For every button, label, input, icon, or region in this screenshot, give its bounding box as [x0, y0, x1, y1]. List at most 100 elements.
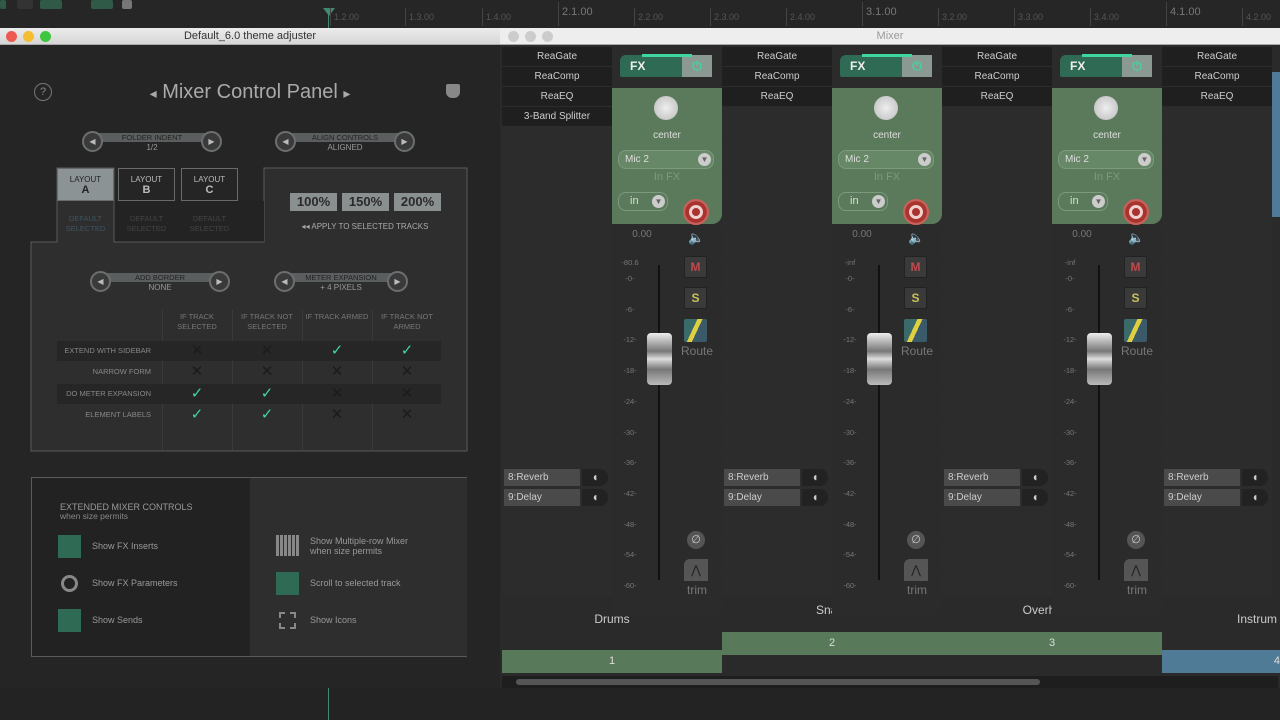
send-item[interactable]: 9:Delay	[504, 489, 580, 506]
in-fx-label[interactable]: In FX	[1052, 171, 1162, 183]
mute-button[interactable]: M	[904, 256, 927, 278]
send-item[interactable]: 9:Delay	[724, 489, 800, 506]
fx-insert[interactable]: ReaComp	[502, 67, 612, 86]
fx-insert[interactable]: ReaComp	[942, 67, 1052, 86]
toggle-cross-icon[interactable]: ✕	[397, 405, 417, 425]
track-number[interactable]: 4	[1162, 650, 1280, 673]
prev-arrow-button[interactable]: ◀	[82, 131, 103, 152]
layout-c-tab[interactable]: LAYOUT C	[181, 168, 238, 201]
phase-invert-button[interactable]: ∅	[1127, 531, 1145, 549]
route-icon[interactable]	[684, 319, 707, 342]
ruler-label[interactable]: 4.1.00	[1166, 2, 1201, 26]
fx-bypass-power-icon[interactable]: ⏻	[682, 55, 712, 77]
ruler-label[interactable]: 3.4.00	[1090, 8, 1119, 26]
scale-150-button[interactable]: 150%	[342, 193, 389, 211]
toggle-check-icon[interactable]: ✓	[187, 405, 207, 425]
minimize-button[interactable]	[525, 31, 536, 42]
trim-label[interactable]: trim	[674, 583, 720, 597]
speaker-icon[interactable]: 🔈	[688, 230, 704, 246]
fx-button[interactable]: FX ⏻	[620, 54, 712, 77]
ruler-label[interactable]: 3.3.00	[1014, 8, 1043, 26]
fx-insert[interactable]: ReaGate	[502, 47, 612, 66]
fx-insert[interactable]: ReaEQ	[942, 87, 1052, 106]
fx-insert[interactable]: ReaComp	[1162, 67, 1272, 86]
route-icon[interactable]	[1124, 319, 1147, 342]
fx-insert[interactable]: ReaGate	[722, 47, 832, 66]
ruler-label[interactable]: 3.2.00	[938, 8, 967, 26]
toggle-cross-icon[interactable]: ✕	[187, 341, 207, 361]
input-dropdown[interactable]: Mic 2 ▼	[838, 150, 934, 169]
prev-arrow-button[interactable]: ◀	[274, 271, 295, 292]
send-item[interactable]: 8:Reverb	[504, 469, 580, 486]
ruler-label[interactable]: 2.2.00	[634, 8, 663, 26]
track-name[interactable]: Drums	[502, 612, 722, 626]
toggle-check-icon[interactable]: ✓	[327, 341, 347, 361]
route-label[interactable]: Route	[1114, 344, 1160, 358]
toggle-cross-icon[interactable]: ✕	[397, 384, 417, 404]
send-item[interactable]: 8:Reverb	[724, 469, 800, 486]
next-arrow-button[interactable]: ▶	[201, 131, 222, 152]
phase-invert-button[interactable]: ∅	[687, 531, 705, 549]
send-item[interactable]: 8:Reverb	[944, 469, 1020, 486]
in-fx-label[interactable]: In FX	[612, 171, 722, 183]
track-number[interactable]: 3	[942, 632, 1162, 655]
knob-icon[interactable]	[61, 575, 78, 592]
pan-knob[interactable]	[874, 96, 898, 120]
send-pan-knob-icon[interactable]: ◖	[582, 489, 608, 506]
toggle-cross-icon[interactable]: ✕	[397, 362, 417, 382]
next-arrow-button[interactable]: ▶	[394, 131, 415, 152]
option-label[interactable]: Scroll to selected track	[310, 578, 401, 589]
mute-button[interactable]: M	[1124, 256, 1147, 278]
scale-200-button[interactable]: 200%	[394, 193, 441, 211]
apply-to-selected-button[interactable]: ◂◂ APPLY TO SELECTED TRACKS	[270, 222, 460, 231]
track-number[interactable]: 2	[722, 632, 942, 655]
ruler-label[interactable]: 3.1.00	[862, 2, 897, 26]
envelope-trim-icon[interactable]: ⋀	[1124, 559, 1148, 581]
scroll-search-icon[interactable]	[276, 572, 299, 595]
close-button[interactable]	[508, 31, 519, 42]
fx-bypass-power-icon[interactable]: ⏻	[1122, 55, 1152, 77]
pan-knob[interactable]	[1094, 96, 1118, 120]
layout-b-tab[interactable]: LAYOUT B	[118, 168, 175, 201]
fx-insert[interactable]: ReaGate	[942, 47, 1052, 66]
route-label[interactable]: Route	[894, 344, 940, 358]
phase-invert-button[interactable]: ∅	[907, 531, 925, 549]
in-fx-label[interactable]: In FX	[832, 171, 942, 183]
fx-insert[interactable]: ReaEQ	[502, 87, 612, 106]
option-label[interactable]: Show FX Inserts	[92, 541, 158, 552]
mute-button[interactable]: M	[684, 256, 707, 278]
next-arrow-button[interactable]: ▶	[387, 271, 408, 292]
toggle-check-icon[interactable]: ✓	[257, 405, 277, 425]
volume-fader-handle[interactable]	[1087, 333, 1112, 385]
send-icon[interactable]	[58, 609, 81, 632]
fx-insert[interactable]: ReaEQ	[722, 87, 832, 106]
fx-insert[interactable]: ReaEQ	[1162, 87, 1272, 106]
send-pan-knob-icon[interactable]: ◖	[1242, 469, 1268, 486]
route-label[interactable]: Route	[674, 344, 720, 358]
option-label[interactable]: Show FX Parameters	[92, 578, 178, 589]
fx-insert[interactable]: ReaComp	[722, 67, 832, 86]
scrollbar-thumb[interactable]	[516, 679, 1040, 685]
toggle-cross-icon[interactable]: ✕	[257, 341, 277, 361]
volume-fader-handle[interactable]	[647, 333, 672, 385]
trim-label[interactable]: trim	[894, 583, 940, 597]
scale-100-button[interactable]: 100%	[290, 193, 337, 211]
send-item[interactable]: 8:Reverb	[1164, 469, 1240, 486]
fx-button[interactable]: FX ⏻	[840, 54, 932, 77]
toggle-cross-icon[interactable]: ✕	[327, 362, 347, 382]
send-pan-knob-icon[interactable]: ◖	[802, 469, 828, 486]
fx-insert[interactable]: 3-Band Splitter	[502, 107, 612, 126]
send-pan-knob-icon[interactable]: ◖	[582, 469, 608, 486]
option-label[interactable]: Show Sends	[92, 615, 143, 626]
frame-icon[interactable]	[279, 612, 296, 629]
toggle-cross-icon[interactable]: ✕	[187, 362, 207, 382]
download-icon[interactable]	[446, 84, 460, 98]
fx-insert[interactable]: ReaGate	[1162, 47, 1272, 66]
next-arrow-button[interactable]: ▶	[209, 271, 230, 292]
prev-arrow-button[interactable]: ◀	[275, 131, 296, 152]
ruler-label[interactable]: 2.3.00	[710, 8, 739, 26]
next-panel-arrow[interactable]: ▸	[343, 85, 350, 101]
solo-button[interactable]: S	[684, 287, 707, 309]
prev-panel-arrow[interactable]: ◂	[150, 85, 157, 101]
pan-knob[interactable]	[654, 96, 678, 120]
